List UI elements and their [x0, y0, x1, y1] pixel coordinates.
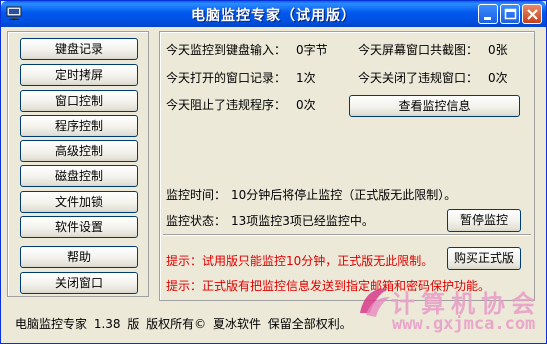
divider	[163, 234, 531, 236]
view-monitor-info-button[interactable]: 查看监控信息	[349, 95, 520, 117]
keyboard-input-value: 0字节	[296, 43, 328, 57]
sidebar-item-file-lock[interactable]: 文件加锁	[20, 191, 138, 213]
sidebar-item-timed-screenshot[interactable]: 定时拷屏	[20, 64, 138, 86]
minimize-icon	[484, 17, 491, 20]
sidebar-item-settings[interactable]: 软件设置	[20, 216, 138, 238]
help-button[interactable]: 帮助	[20, 246, 138, 268]
title-bar[interactable]: 电脑监控专家（试用版）	[1, 1, 546, 27]
trial-limit-notice: 提示：试用版只能监控10分钟，正式版无此限制。	[166, 254, 434, 268]
monitor-status-value: 13项监控3项已经监控中。	[231, 214, 374, 228]
windows-opened-label: 今天打开的窗口记录：	[166, 71, 287, 85]
windows-closed-label: 今天关闭了违规窗口：	[358, 71, 479, 85]
monitor-status-label: 监控状态：	[166, 214, 227, 228]
window-title: 电脑监控专家（试用版）	[191, 8, 356, 24]
screenshots-label: 今天屏幕窗口共截图：	[358, 43, 479, 57]
main-window: 电脑监控专家（试用版） 键盘记录 定时拷屏 窗口控制 程序控制 高级控制 磁盘控…	[0, 0, 547, 344]
screenshots-value: 0张	[488, 43, 508, 57]
minimize-button[interactable]	[478, 4, 498, 24]
sidebar-item-advanced-control[interactable]: 高级控制	[20, 140, 138, 162]
programs-blocked-label: 今天阻止了违规程序：	[166, 98, 287, 112]
maximize-button[interactable]	[500, 4, 520, 24]
sidebar-item-window-control[interactable]: 窗口控制	[20, 90, 138, 112]
sidebar-item-disk-control[interactable]: 磁盘控制	[20, 165, 138, 187]
windows-opened-value: 1次	[296, 71, 316, 85]
sidebar-item-program-control[interactable]: 程序控制	[20, 115, 138, 137]
pause-monitor-button[interactable]: 暂停监控	[447, 209, 521, 232]
maximize-icon	[504, 8, 517, 20]
monitor-time-label: 监控时间：	[166, 188, 227, 202]
keyboard-input-label: 今天监控到键盘输入：	[166, 43, 287, 57]
close-button[interactable]	[522, 4, 542, 24]
watermark-url: www.gxjmca.com	[392, 314, 536, 334]
copyright-footer: 电脑监控专家 1.38 版 版权所有© 夏冰软件 保留全部权利。	[15, 317, 352, 331]
close-window-button[interactable]: 关闭窗口	[20, 272, 138, 294]
sidebar-item-keyboard-log[interactable]: 键盘记录	[20, 38, 138, 60]
programs-blocked-value: 0次	[296, 98, 316, 112]
buy-full-version-button[interactable]: 购买正式版	[447, 247, 521, 270]
windows-closed-value: 0次	[488, 71, 508, 85]
monitor-time-value: 10分钟后将停止监控（正式版无此限制）。	[231, 188, 457, 202]
close-icon	[527, 9, 538, 20]
